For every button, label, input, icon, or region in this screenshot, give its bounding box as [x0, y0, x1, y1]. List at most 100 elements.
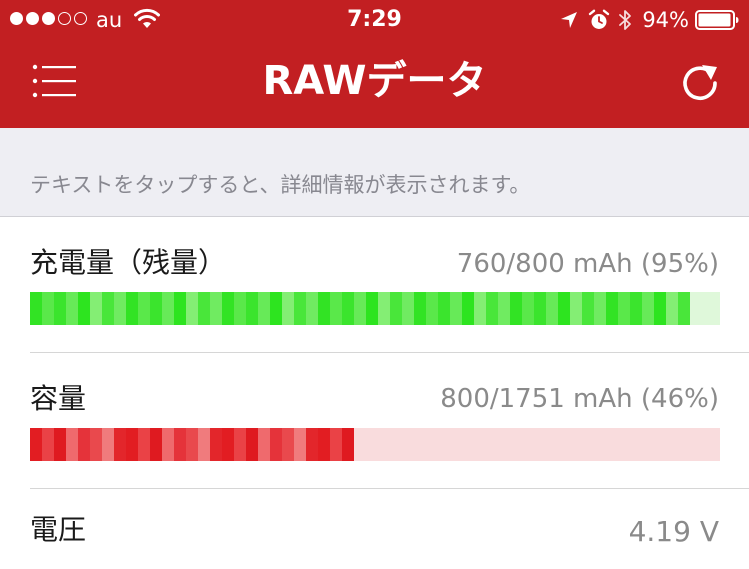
progress-segment	[630, 292, 642, 325]
charge-progress-bar	[30, 292, 720, 325]
progress-segment	[210, 292, 222, 325]
capacity-progress-bar	[30, 428, 720, 461]
hint-text: テキストをタップすると、詳細情報が表示されます。	[30, 173, 531, 197]
progress-segment	[570, 292, 582, 325]
progress-segment	[510, 292, 522, 325]
refresh-icon[interactable]	[678, 60, 722, 104]
progress-segment	[450, 292, 462, 325]
progress-segment	[126, 292, 138, 325]
progress-segment	[354, 292, 366, 325]
progress-segment	[162, 292, 174, 325]
progress-segment	[234, 428, 246, 461]
list-item-voltage[interactable]: 電圧 4.19 V	[0, 489, 749, 569]
list-item-charge[interactable]: 充電量（残量） 760/800 mAh (95%)	[0, 218, 749, 353]
progress-segment	[366, 292, 378, 325]
progress-segment	[138, 428, 150, 461]
progress-segment	[318, 428, 330, 461]
progress-segment	[114, 292, 126, 325]
top-bar: au 7:29 94% RAWデータ	[0, 0, 749, 128]
progress-segment	[90, 428, 102, 461]
progress-segment	[558, 292, 570, 325]
progress-segment	[282, 428, 294, 461]
progress-segment	[594, 292, 606, 325]
capacity-progress-fill	[30, 428, 354, 461]
progress-segment	[306, 292, 318, 325]
row-value: 800/1751 mAh (46%)	[440, 384, 719, 414]
progress-segment	[270, 428, 282, 461]
progress-segment	[54, 428, 66, 461]
progress-segment	[150, 292, 162, 325]
progress-segment	[234, 292, 246, 325]
progress-segment	[186, 428, 198, 461]
progress-segment	[174, 292, 186, 325]
progress-segment	[582, 292, 594, 325]
progress-segment	[54, 292, 66, 325]
progress-segment	[342, 428, 354, 461]
progress-segment	[522, 292, 534, 325]
progress-segment	[306, 428, 318, 461]
progress-segment	[534, 292, 546, 325]
progress-segment	[498, 292, 510, 325]
progress-segment	[258, 428, 270, 461]
progress-segment	[342, 292, 354, 325]
row-value: 760/800 mAh (95%)	[456, 249, 719, 279]
progress-segment	[42, 428, 54, 461]
row-label: 電圧	[30, 513, 87, 546]
status-right-group: 94%	[559, 5, 739, 35]
progress-segment	[66, 292, 78, 325]
progress-segment	[150, 428, 162, 461]
charge-progress-fill	[30, 292, 690, 325]
list-item-capacity[interactable]: 容量 800/1751 mAh (46%)	[0, 353, 749, 488]
progress-segment	[378, 292, 390, 325]
progress-segment	[666, 292, 678, 325]
row-value: 4.19 V	[628, 515, 719, 548]
progress-segment	[186, 292, 198, 325]
progress-segment	[270, 292, 282, 325]
status-bar: au 7:29 94%	[0, 0, 749, 40]
progress-segment	[654, 292, 666, 325]
location-arrow-icon	[561, 12, 578, 28]
progress-segment	[90, 292, 102, 325]
battery-icon	[695, 10, 739, 30]
progress-segment	[462, 292, 474, 325]
progress-segment	[30, 428, 42, 461]
progress-segment	[126, 428, 138, 461]
progress-segment	[282, 292, 294, 325]
progress-segment	[78, 428, 90, 461]
progress-segment	[198, 292, 210, 325]
bluetooth-icon	[619, 10, 632, 30]
progress-segment	[402, 292, 414, 325]
progress-segment	[102, 428, 114, 461]
progress-segment	[330, 428, 342, 461]
progress-segment	[210, 428, 222, 461]
progress-segment	[546, 292, 558, 325]
row-label: 容量	[30, 382, 87, 415]
progress-segment	[642, 292, 654, 325]
progress-segment	[66, 428, 78, 461]
progress-segment	[42, 292, 54, 325]
page-title: RAWデータ	[262, 58, 487, 104]
progress-segment	[258, 292, 270, 325]
progress-segment	[246, 428, 258, 461]
progress-segment	[618, 292, 630, 325]
progress-segment	[198, 428, 210, 461]
progress-segment	[138, 292, 150, 325]
progress-segment	[438, 292, 450, 325]
progress-segment	[414, 292, 426, 325]
battery-percent: 94%	[642, 8, 689, 32]
progress-segment	[246, 292, 258, 325]
progress-segment	[162, 428, 174, 461]
progress-segment	[102, 292, 114, 325]
alarm-clock-icon	[589, 9, 610, 29]
progress-segment	[330, 292, 342, 325]
progress-segment	[606, 292, 618, 325]
progress-segment	[426, 292, 438, 325]
progress-segment	[222, 292, 234, 325]
progress-segment	[222, 428, 234, 461]
progress-segment	[474, 292, 486, 325]
navigation-bar: RAWデータ	[0, 40, 749, 128]
progress-segment	[390, 292, 402, 325]
hint-banner: テキストをタップすると、詳細情報が表示されます。	[0, 128, 749, 217]
progress-segment	[486, 292, 498, 325]
progress-segment	[114, 428, 126, 461]
